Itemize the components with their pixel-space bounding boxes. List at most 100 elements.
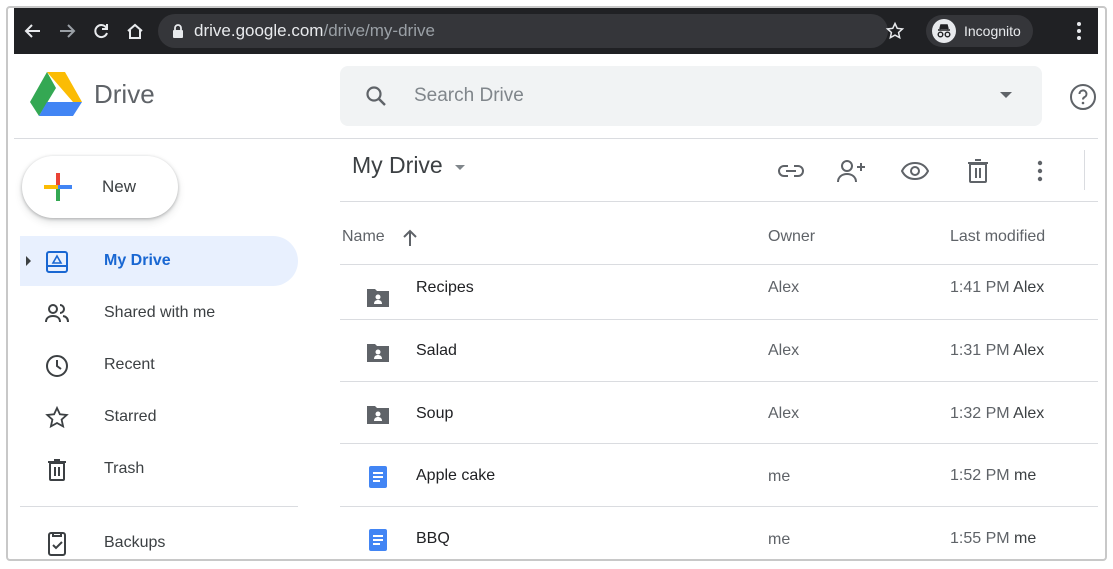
sidebar-item-shared[interactable]: Shared with me bbox=[20, 288, 298, 338]
shared-folder-icon bbox=[367, 406, 389, 424]
sidebar-item-backups[interactable]: Backups bbox=[20, 518, 298, 568]
file-owner: Alex bbox=[768, 279, 800, 296]
shared-folder-icon bbox=[367, 289, 389, 307]
toolbar-divider bbox=[340, 201, 1098, 202]
modified-time: 1:32 PM bbox=[950, 405, 1010, 422]
sidebar-item-starred[interactable]: Starred bbox=[20, 392, 298, 442]
shared-folder-icon bbox=[367, 344, 389, 362]
reload-button[interactable] bbox=[86, 16, 116, 46]
share-button[interactable] bbox=[837, 156, 867, 186]
my-drive-menu[interactable]: My Drive bbox=[352, 152, 465, 179]
modified-time: 1:55 PM bbox=[950, 530, 1010, 547]
sidebar-item-label: Trash bbox=[104, 460, 145, 477]
bookmark-button[interactable] bbox=[880, 16, 910, 46]
new-button-label: New bbox=[102, 177, 137, 196]
search-icon[interactable] bbox=[364, 84, 388, 108]
file-name: Salad bbox=[416, 342, 457, 359]
browser-toolbar: drive.google.com/drive/my-drive Incognit… bbox=[14, 8, 1098, 54]
file-name: Soup bbox=[416, 405, 454, 422]
url-host: drive.google.com bbox=[194, 21, 324, 40]
incognito-label: Incognito bbox=[964, 23, 1021, 39]
google-doc-icon bbox=[369, 529, 387, 551]
expand-arrow-icon[interactable] bbox=[26, 256, 31, 266]
search-input[interactable] bbox=[414, 85, 974, 107]
preview-button[interactable] bbox=[900, 156, 930, 186]
file-owner: Alex bbox=[768, 405, 800, 422]
more-actions-button[interactable] bbox=[1025, 156, 1055, 186]
header-divider bbox=[14, 138, 1098, 139]
sidebar-item-label: Starred bbox=[104, 408, 157, 425]
reload-icon bbox=[94, 24, 108, 39]
google-doc-icon bbox=[369, 466, 387, 488]
link-icon bbox=[778, 165, 804, 177]
modified-by: Alex bbox=[1013, 279, 1045, 296]
sidebar-item-label: Shared with me bbox=[104, 304, 216, 321]
lock-icon bbox=[173, 24, 183, 38]
star-icon bbox=[45, 405, 69, 429]
people-icon bbox=[45, 304, 69, 323]
file-name: Apple cake bbox=[416, 467, 496, 484]
sidebar-item-label: Backups bbox=[104, 534, 166, 551]
modified-by: me bbox=[1014, 530, 1037, 547]
more-vert-icon bbox=[1037, 160, 1043, 182]
search-options-caret[interactable] bbox=[1000, 92, 1012, 98]
more-vert-icon bbox=[1077, 22, 1081, 40]
chevron-down-icon bbox=[454, 165, 465, 170]
arrow-up-icon[interactable] bbox=[402, 229, 418, 247]
toolbar-separator bbox=[1084, 150, 1085, 190]
help-icon[interactable] bbox=[1068, 82, 1098, 112]
arrow-right-icon bbox=[60, 24, 76, 38]
star-outline-icon bbox=[885, 21, 905, 40]
sidebar-item-trash[interactable]: Trash bbox=[20, 444, 298, 494]
search-bar[interactable] bbox=[340, 66, 1042, 126]
file-modified: 1:55 PM me bbox=[950, 530, 1036, 548]
column-header-last-modified[interactable]: Last modified bbox=[950, 228, 1045, 246]
plus-icon bbox=[44, 173, 72, 201]
home-icon bbox=[127, 23, 143, 39]
column-header-name[interactable]: Name bbox=[342, 228, 385, 246]
forward-button[interactable] bbox=[52, 16, 82, 46]
file-owner: me bbox=[768, 531, 791, 548]
modified-by: Alex bbox=[1013, 342, 1045, 359]
modified-time: 1:52 PM bbox=[950, 467, 1010, 484]
incognito-indicator[interactable]: Incognito bbox=[926, 15, 1033, 47]
new-button[interactable]: New bbox=[22, 156, 178, 218]
sidebar-item-label: Recent bbox=[104, 356, 155, 373]
column-header-owner: Owner bbox=[768, 228, 816, 245]
get-link-button[interactable] bbox=[776, 156, 806, 186]
back-button[interactable] bbox=[18, 16, 48, 46]
table-row[interactable]: Salad Alex 1:31 PM Alex bbox=[340, 319, 1098, 382]
url-path: /drive/my-drive bbox=[323, 21, 435, 40]
page-title: My Drive bbox=[352, 152, 443, 178]
table-row[interactable]: BBQ me 1:55 PM me bbox=[340, 506, 1098, 569]
modified-time: 1:31 PM bbox=[950, 342, 1010, 359]
remove-button[interactable] bbox=[963, 156, 993, 186]
file-name: Recipes bbox=[416, 279, 474, 296]
app-name: Drive bbox=[94, 78, 155, 109]
modified-time: 1:41 PM bbox=[950, 279, 1010, 296]
modified-by: Alex bbox=[1013, 405, 1045, 422]
file-owner: Alex bbox=[768, 342, 800, 359]
modified-by: me bbox=[1014, 467, 1037, 484]
file-modified: 1:41 PM Alex bbox=[950, 279, 1044, 297]
sidebar-item-my-drive[interactable]: My Drive bbox=[20, 236, 298, 286]
table-row[interactable]: Soup Alex 1:32 PM Alex bbox=[340, 381, 1098, 444]
file-owner: me bbox=[768, 468, 791, 485]
table-row[interactable]: Recipes Alex 1:41 PM Alex bbox=[340, 264, 1098, 327]
home-button[interactable] bbox=[120, 16, 150, 46]
file-modified: 1:32 PM Alex bbox=[950, 405, 1044, 423]
drive-logo-icon bbox=[30, 72, 82, 116]
add-person-icon bbox=[837, 160, 865, 183]
my-drive-icon bbox=[46, 251, 68, 273]
browser-menu-button[interactable] bbox=[1064, 16, 1094, 46]
sidebar-item-recent[interactable]: Recent bbox=[20, 340, 298, 390]
clock-icon bbox=[46, 355, 68, 377]
preview-icon bbox=[901, 162, 929, 180]
address-bar[interactable]: drive.google.com/drive/my-drive bbox=[158, 14, 888, 48]
trash-icon bbox=[968, 159, 988, 183]
drive-logo[interactable]: Drive bbox=[30, 72, 155, 116]
backup-icon bbox=[48, 532, 66, 556]
file-modified: 1:31 PM Alex bbox=[950, 342, 1044, 360]
table-row[interactable]: Apple cake me 1:52 PM me bbox=[340, 443, 1098, 506]
trash-icon bbox=[48, 459, 66, 481]
